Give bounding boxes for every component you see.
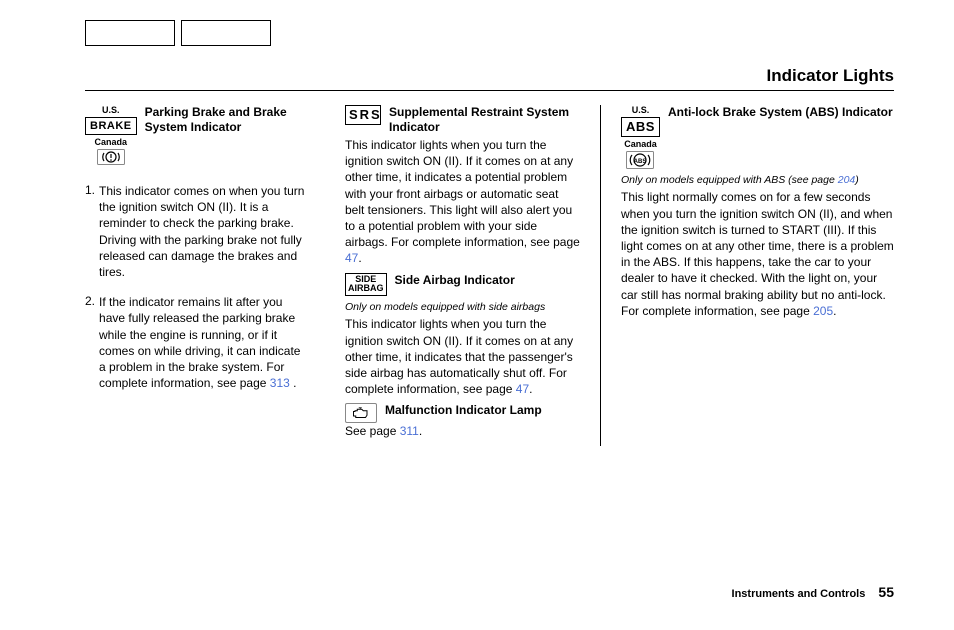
abs-icon: ABS [621, 117, 660, 137]
mil-header: Malfunction Indicator Lamp [345, 403, 580, 423]
abs-title: Anti-lock Brake System (ABS) Indicator [668, 105, 893, 120]
us-label: U.S. [102, 105, 120, 115]
column-3: U.S. ABS Canada ABS Anti-lock Brake Syst… [601, 105, 894, 446]
brake-icon: BRAKE [85, 117, 137, 135]
side-text-a: This indicator lights when you turn the … [345, 317, 573, 396]
abs-text-a: This light normally comes on for a few s… [621, 190, 894, 317]
srs-text-a: This indicator lights when you turn the … [345, 138, 580, 249]
side-airbag-body: This indicator lights when you turn the … [345, 316, 580, 397]
side-airbag-header: SIDE AIRBAG Side Airbag Indicator [345, 273, 580, 297]
parking-brake-title: Parking Brake and Brake System Indicator [145, 105, 309, 135]
engine-icon [345, 403, 377, 423]
item-number: 1. [85, 183, 95, 280]
nav-box-2[interactable] [181, 20, 271, 46]
srs-text-b: . [358, 251, 361, 265]
nav-box-1[interactable] [85, 20, 175, 46]
abs-header: U.S. ABS Canada ABS Anti-lock Brake Syst… [621, 105, 894, 169]
abs-note: Only on models equipped with ABS (see pa… [621, 173, 894, 187]
srs-title: Supplemental Restraint System Indicator [389, 105, 580, 135]
item-2-text: If the indicator remains lit after you h… [99, 294, 309, 391]
list-item-1: 1. This indicator comes on when you turn… [85, 183, 309, 280]
page-link-204[interactable]: 204 [838, 174, 856, 186]
parking-brake-body: 1. This indicator comes on when you turn… [85, 183, 309, 391]
side-airbag-section: SIDE AIRBAG Side Airbag Indicator Only o… [345, 273, 580, 398]
column-1: U.S. BRAKE Canada Parking Brake and Brak… [85, 105, 333, 446]
footer-section: Instruments and Controls [732, 588, 866, 600]
list-item-2: 2. If the indicator remains lit after yo… [85, 294, 309, 391]
srs-section: SRS Supplemental Restraint System Indica… [345, 105, 580, 267]
abs-note-b: ) [855, 174, 859, 186]
abs-text-b: . [833, 304, 836, 318]
page-title: Indicator Lights [85, 66, 894, 91]
mil-text-b: . [419, 424, 422, 438]
mil-body: See page 311. [345, 423, 580, 439]
page-link-47-a[interactable]: 47 [345, 251, 358, 265]
srs-header: SRS Supplemental Restraint System Indica… [345, 105, 580, 135]
abs-icon-group: U.S. ABS Canada ABS [621, 105, 660, 169]
canada-label: Canada [95, 137, 128, 147]
footer-page: 55 [878, 584, 894, 600]
parking-brake-header: U.S. BRAKE Canada Parking Brake and Brak… [85, 105, 309, 165]
page-footer: Instruments and Controls 55 [732, 584, 894, 600]
side-airbag-note: Only on models equipped with side airbag… [345, 300, 580, 314]
page-link-311[interactable]: 311 [400, 424, 419, 438]
abs-note-a: Only on models equipped with ABS (see pa… [621, 174, 838, 186]
page-link-47-b[interactable]: 47 [516, 382, 529, 396]
nav-tabs [85, 20, 894, 46]
svg-text:ABS: ABS [634, 159, 647, 165]
side-text-b: . [529, 382, 532, 396]
brake-warning-icon [97, 149, 125, 165]
column-2: SRS Supplemental Restraint System Indica… [333, 105, 601, 446]
mil-text-a: See page [345, 424, 400, 438]
srs-icon: SRS [345, 105, 381, 125]
page-link-205[interactable]: 205 [813, 304, 833, 318]
srs-body: This indicator lights when you turn the … [345, 137, 580, 267]
page-link-313[interactable]: 313 [270, 376, 290, 390]
content-columns: U.S. BRAKE Canada Parking Brake and Brak… [85, 105, 894, 446]
item-1-text: This indicator comes on when you turn th… [99, 183, 309, 280]
abs-body: This light normally comes on for a few s… [621, 189, 894, 319]
side-airbag-title: Side Airbag Indicator [395, 273, 515, 288]
mil-title: Malfunction Indicator Lamp [385, 403, 542, 418]
side-airbag-icon: SIDE AIRBAG [345, 273, 387, 297]
brake-icon-group: U.S. BRAKE Canada [85, 105, 137, 165]
mil-section: Malfunction Indicator Lamp See page 311. [345, 403, 580, 439]
side-icon-l2: AIRBAG [348, 284, 384, 294]
item-2-text-b: . [290, 376, 297, 390]
abs-warning-icon: ABS [626, 151, 654, 169]
item-number: 2. [85, 294, 95, 391]
us-label: U.S. [632, 105, 650, 115]
canada-label: Canada [624, 139, 657, 149]
